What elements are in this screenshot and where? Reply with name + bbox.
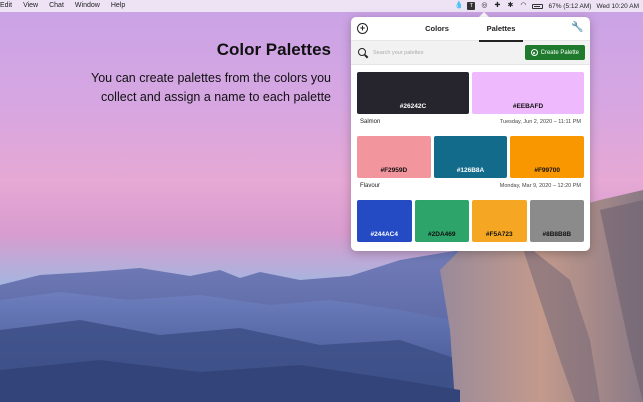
marketing-subline: You can create palettes from the colors … (91, 71, 331, 104)
color-swatch[interactable]: #244AC4 (357, 200, 412, 242)
plus-status-icon[interactable]: ✚ (493, 2, 501, 10)
swatch-hex-label: #2DA469 (428, 231, 456, 238)
clock[interactable]: Wed 10:20 AM (596, 3, 639, 10)
palette-item[interactable]: #244AC4 #2DA469 #F5A723 #8B8B8B (351, 194, 590, 242)
menu-window[interactable]: Window (75, 0, 100, 12)
color-swatch[interactable]: #126B8A (433, 136, 508, 178)
dropper-icon[interactable]: 💧 (454, 2, 463, 10)
create-palette-button[interactable]: Create Palette (524, 45, 585, 60)
palette-date: Tuesday, Jun 2, 2020 – 11:11 PM (499, 119, 581, 125)
color-swatch[interactable]: #F99700 (510, 136, 585, 178)
swatch-hex-label: #F5A723 (485, 231, 513, 238)
bluetooth-icon[interactable]: ✱ (506, 2, 514, 10)
add-color-icon[interactable]: + (357, 23, 368, 34)
palette-date: Monday, Mar 9, 2020 – 12:20 PM (499, 183, 581, 189)
swatch-hex-label: #126B8A (456, 167, 485, 174)
menu-chat[interactable]: Chat (49, 0, 64, 12)
swatch-hex-label: #F99700 (534, 167, 561, 174)
palette-name: Flavour (360, 183, 381, 189)
color-swatch[interactable]: #F5A723 (472, 200, 527, 242)
color-swatch[interactable]: #EEBAFD (472, 72, 584, 114)
color-swatch[interactable]: #F2959D (357, 136, 431, 178)
swatch-hex-label: #F2959D (380, 167, 408, 174)
create-palette-label: Create Palette (540, 49, 579, 56)
battery-icon[interactable] (532, 3, 544, 9)
menu-bar: Edit View Chat Window Help 💧 T ◎ ✚ ✱ ◠ 6… (0, 0, 643, 12)
tab-colors[interactable]: Colors (409, 17, 465, 41)
swatch-hex-label: #8B8B8B (542, 231, 572, 238)
palette-icon (530, 49, 538, 56)
search-icon (357, 47, 369, 59)
color-swatch[interactable]: #26242C (357, 72, 469, 114)
menu-help[interactable]: Help (111, 0, 125, 12)
search-input[interactable] (373, 45, 525, 60)
search-bar: Create Palette (351, 41, 590, 65)
swatch-hex-label: #EEBAFD (512, 103, 544, 110)
palette-list: #26242C #EEBAFD Salmon Tuesday, Jun 2, 2… (351, 67, 590, 242)
color-swatch[interactable]: #8B8B8B (529, 200, 584, 242)
palette-item[interactable]: #26242C #EEBAFD Salmon Tuesday, Jun 2, 2… (351, 67, 590, 130)
menu-edit[interactable]: Edit (0, 0, 12, 12)
palette-item[interactable]: #F2959D #126B8A #F99700 Flavour Monday, … (351, 130, 590, 194)
sync-icon[interactable]: ◎ (480, 2, 488, 10)
swatch-hex-label: #26242C (399, 103, 427, 110)
palette-name: Salmon (360, 119, 381, 125)
wifi-icon[interactable]: ◠ (519, 2, 527, 10)
app-status-icon[interactable]: T (467, 2, 476, 10)
battery-status[interactable]: 67% (5:12 AM) (548, 3, 591, 10)
marketing-headline: Color Palettes (216, 40, 331, 59)
menu-view[interactable]: View (23, 0, 38, 12)
swatch-hex-label: #244AC4 (370, 231, 398, 238)
color-swatch[interactable]: #2DA469 (414, 200, 469, 242)
tab-bar: + Colors Palettes 🔧 (351, 17, 590, 42)
palettes-popover: + Colors Palettes 🔧 Create Palette #2624… (351, 17, 590, 251)
wrench-icon[interactable]: 🔧 (571, 22, 583, 34)
tab-palettes[interactable]: Palettes (473, 17, 529, 42)
